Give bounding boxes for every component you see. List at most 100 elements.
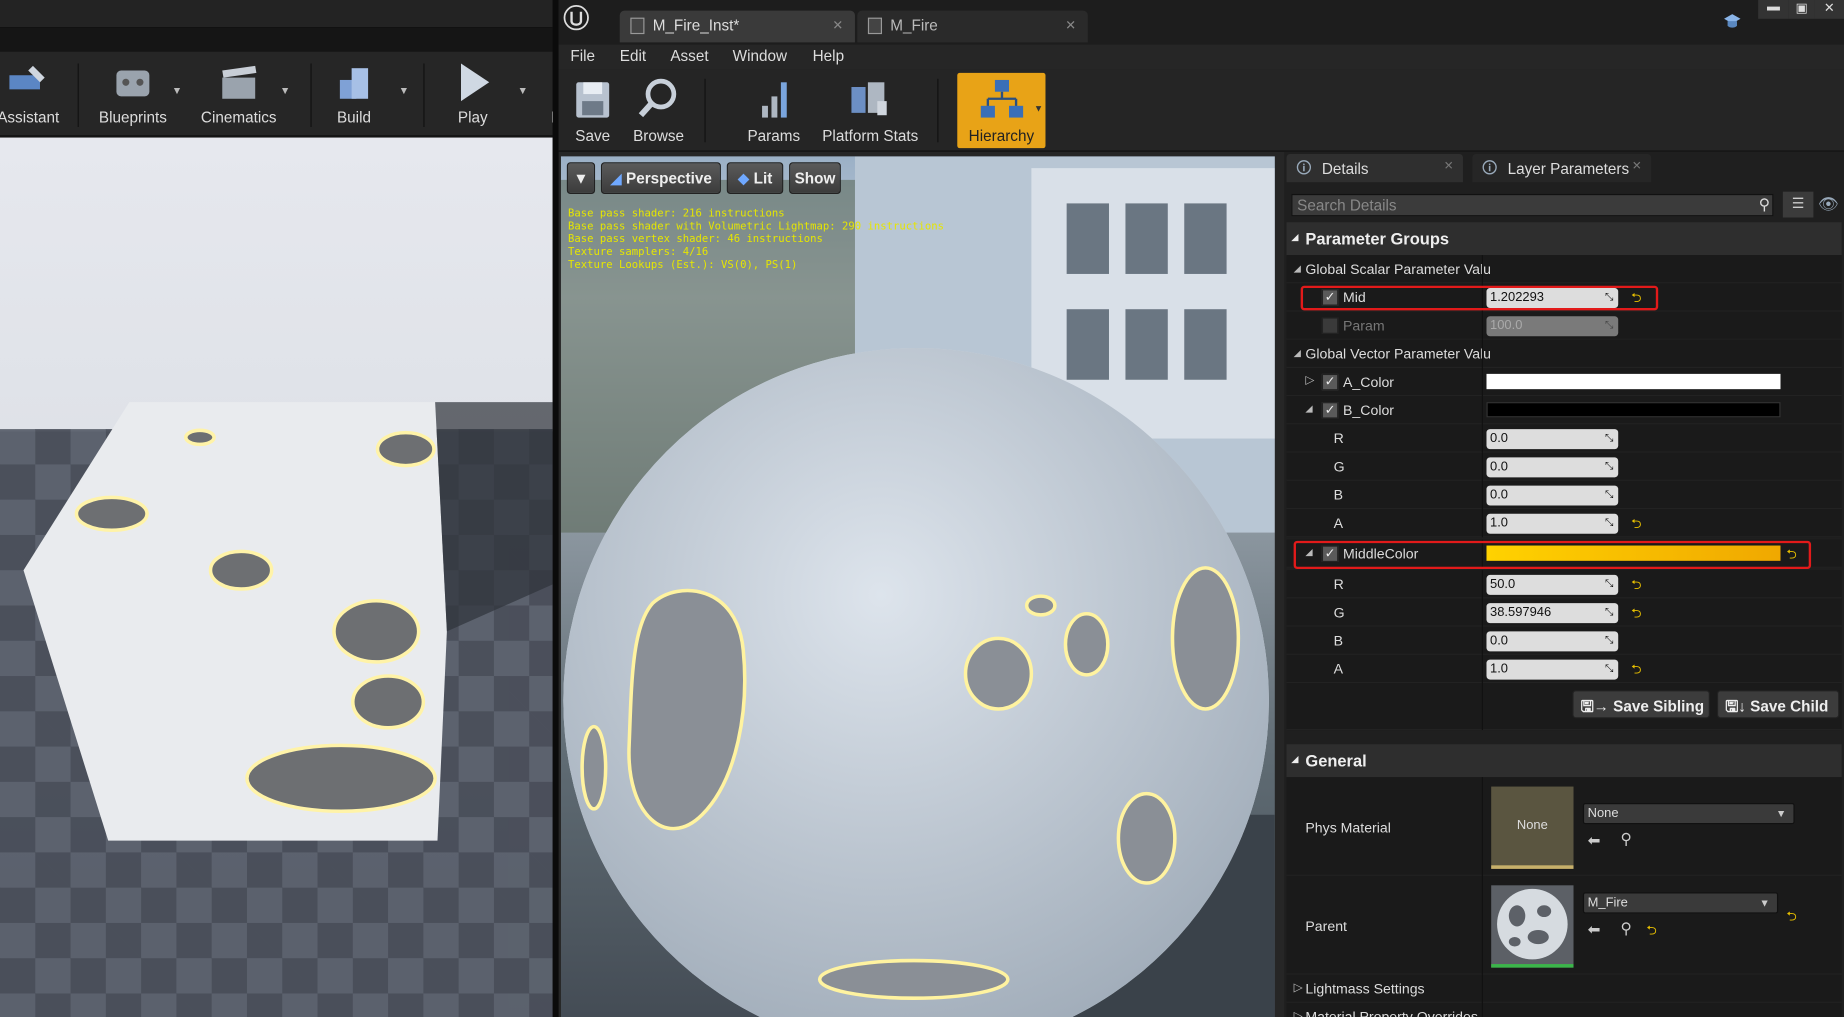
material-overrides-row[interactable]: ▷ Material Property Overrides [1286, 1002, 1842, 1017]
cinematics-button[interactable]: Cinematics [198, 59, 280, 132]
blueprints-dropdown-icon[interactable]: ▼ [172, 85, 182, 97]
menu-file[interactable]: File [570, 47, 595, 65]
save-sibling-button[interactable]: 🖫→ Save Sibling [1572, 690, 1710, 719]
build-dropdown-icon[interactable]: ▼ [399, 85, 409, 97]
hierarchy-button[interactable]: Hierarchy ▼ [957, 72, 1046, 149]
general-section[interactable]: ◢ General [1286, 744, 1842, 778]
column-divider [1481, 339, 1483, 369]
highlight-box [1300, 285, 1659, 311]
assistant-button[interactable]: Assistant [0, 59, 64, 132]
param-value: 100.0 [1490, 318, 1523, 333]
reset-to-default-icon[interactable]: ⮌ [1631, 603, 1641, 625]
use-selected-arrow-icon[interactable]: ⬅ [1588, 921, 1601, 940]
expand-arrow-icon[interactable]: ▷ [1305, 374, 1314, 387]
save-icon [576, 82, 610, 118]
browse-magnifier-icon[interactable]: ⚲ [1621, 919, 1632, 938]
close-window-button[interactable]: ✕ [1814, 0, 1844, 19]
level-viewport[interactable] [0, 137, 553, 1017]
tab-details[interactable]: 🛈 Details ✕ [1286, 154, 1463, 183]
b-color-override-checkbox[interactable]: ✓ [1321, 402, 1339, 419]
b-color-b-input[interactable]: 0.0 ⤡ [1486, 485, 1619, 506]
hierarchy-dropdown-icon[interactable]: ▼ [1034, 103, 1043, 114]
lightmass-settings-row[interactable]: ▷ Lightmass Settings [1286, 974, 1842, 1003]
play-button[interactable]: Play [440, 59, 506, 132]
save-child-button[interactable]: 🖫↓ Save Child [1716, 690, 1840, 719]
collapse-arrow-icon[interactable]: ◢ [1305, 403, 1312, 414]
tab-m-fire[interactable]: M_Fire ✕ [857, 10, 1088, 43]
close-icon[interactable]: ✕ [1065, 18, 1076, 33]
phys-material-thumbnail[interactable]: None [1491, 786, 1574, 869]
parent-thumbnail[interactable] [1491, 885, 1574, 968]
b-color-swatch[interactable] [1486, 402, 1781, 418]
middle-color-b-input[interactable]: 0.0 ⤡ [1486, 631, 1619, 652]
middle-color-a-input[interactable]: 1.0 ⤡ [1486, 659, 1619, 680]
lit-button[interactable]: ◆ Lit [726, 162, 784, 194]
menu-edit[interactable]: Edit [620, 47, 646, 65]
reset-to-default-icon[interactable]: ⮌ [1631, 660, 1641, 682]
numeric-drag-icon: ⤡ [1605, 516, 1614, 528]
close-icon[interactable]: ✕ [1444, 160, 1454, 173]
column-divider [1481, 368, 1483, 397]
save-child-label: Save Child [1750, 697, 1829, 715]
hierarchy-label: Hierarchy [968, 126, 1035, 145]
platform-stats-button[interactable]: Platform Stats [820, 73, 921, 148]
middle-color-b-row: B 0.0 ⤡ [1286, 626, 1842, 655]
browse-magnifier-icon[interactable]: ⚲ [1621, 830, 1632, 849]
viewport-options-button[interactable]: ▼ [566, 162, 596, 194]
parameter-groups-section[interactable]: ◢ Parameter Groups [1286, 222, 1842, 256]
middle-color-r-input[interactable]: 50.0 ⤡ [1486, 574, 1619, 595]
close-icon[interactable]: ✕ [1632, 160, 1642, 173]
save-buttons-row: 🖫→ Save Sibling 🖫↓ Save Child [1286, 683, 1842, 731]
parent-dropdown[interactable]: M_Fire ▼ [1582, 892, 1779, 914]
blueprints-button[interactable]: Blueprints [94, 59, 172, 132]
params-button[interactable]: Params [742, 73, 806, 148]
cinematics-dropdown-icon[interactable]: ▼ [280, 85, 290, 97]
middle-color-g-input[interactable]: 38.597946 ⤡ [1486, 603, 1619, 624]
middle-color-r-row: R 50.0 ⤡ ⮌ [1286, 570, 1842, 599]
phys-material-dropdown[interactable]: None ▼ [1582, 803, 1795, 825]
eye-icon[interactable]: 👁 [1818, 194, 1839, 214]
show-button[interactable]: Show [789, 162, 841, 194]
browse-label: Browse [633, 126, 685, 145]
assistant-label: Assistant [0, 108, 60, 126]
reset-to-default-icon[interactable]: ⮌ [1631, 514, 1641, 536]
tab-layer-parameters[interactable]: 🛈 Layer Parameters ✕ [1472, 154, 1652, 183]
b-color-r-input[interactable]: 0.0 ⤡ [1486, 429, 1619, 450]
close-icon[interactable]: ✕ [832, 18, 843, 33]
b-color-a-input[interactable]: 1.0 ⤡ [1486, 513, 1619, 534]
tab-m-fire-inst[interactable]: M_Fire_Inst* ✕ [619, 10, 855, 43]
a-color-row: ▷ ✓ A_Color [1286, 368, 1842, 397]
launch-button[interactable]: L [543, 59, 553, 132]
build-button[interactable]: Build [325, 59, 384, 132]
a-color-override-checkbox[interactable]: ✓ [1321, 373, 1339, 391]
minimize-button[interactable]: ▬ [1758, 0, 1789, 19]
menu-window[interactable]: Window [733, 47, 787, 65]
use-selected-arrow-icon[interactable]: ⬅ [1588, 831, 1601, 850]
numeric-drag-icon: ⤡ [1605, 605, 1614, 618]
scalar-group-row[interactable]: ◢ Global Scalar Parameter Valu [1286, 255, 1842, 284]
parent-row: Parent M_Fire ▼ ⬅ ⚲ ⮌ ⮌ [1286, 875, 1842, 975]
browse-button[interactable]: Browse [629, 73, 688, 148]
reset-to-default-icon[interactable]: ⮌ [1646, 921, 1656, 943]
material-preview-viewport[interactable]: ▼ ◢ Perspective ◆ Lit Show Base pass sha… [560, 156, 1275, 1017]
toolbar-divider [937, 78, 939, 143]
lightmass-settings-label: Lightmass Settings [1305, 980, 1425, 998]
maximize-button[interactable]: ▣ [1788, 0, 1815, 19]
view-options-list-icon[interactable]: ☰ [1782, 191, 1814, 218]
reset-to-default-icon[interactable]: ⮌ [1631, 575, 1641, 597]
perspective-button[interactable]: ◢ Perspective [600, 162, 721, 194]
menu-asset[interactable]: Asset [670, 47, 708, 65]
channel-value: 0.0 [1490, 487, 1509, 503]
a-color-swatch[interactable] [1486, 373, 1781, 390]
search-details-input[interactable]: Search Details ⚲ [1291, 193, 1774, 217]
preview-scene [560, 156, 1275, 1017]
reset-to-default-icon[interactable]: ⮌ [1786, 906, 1796, 928]
b-color-g-input[interactable]: 0.0 ⤡ [1486, 457, 1619, 478]
param-override-checkbox[interactable] [1321, 317, 1339, 334]
save-button[interactable]: Save [566, 73, 620, 148]
parent-label: Parent [1305, 918, 1347, 935]
menu-help[interactable]: Help [813, 47, 844, 65]
vector-group-row[interactable]: ◢ Global Vector Parameter Valu [1286, 339, 1842, 369]
graduation-cap-icon[interactable] [1723, 12, 1742, 31]
play-dropdown-icon[interactable]: ▼ [517, 85, 527, 97]
